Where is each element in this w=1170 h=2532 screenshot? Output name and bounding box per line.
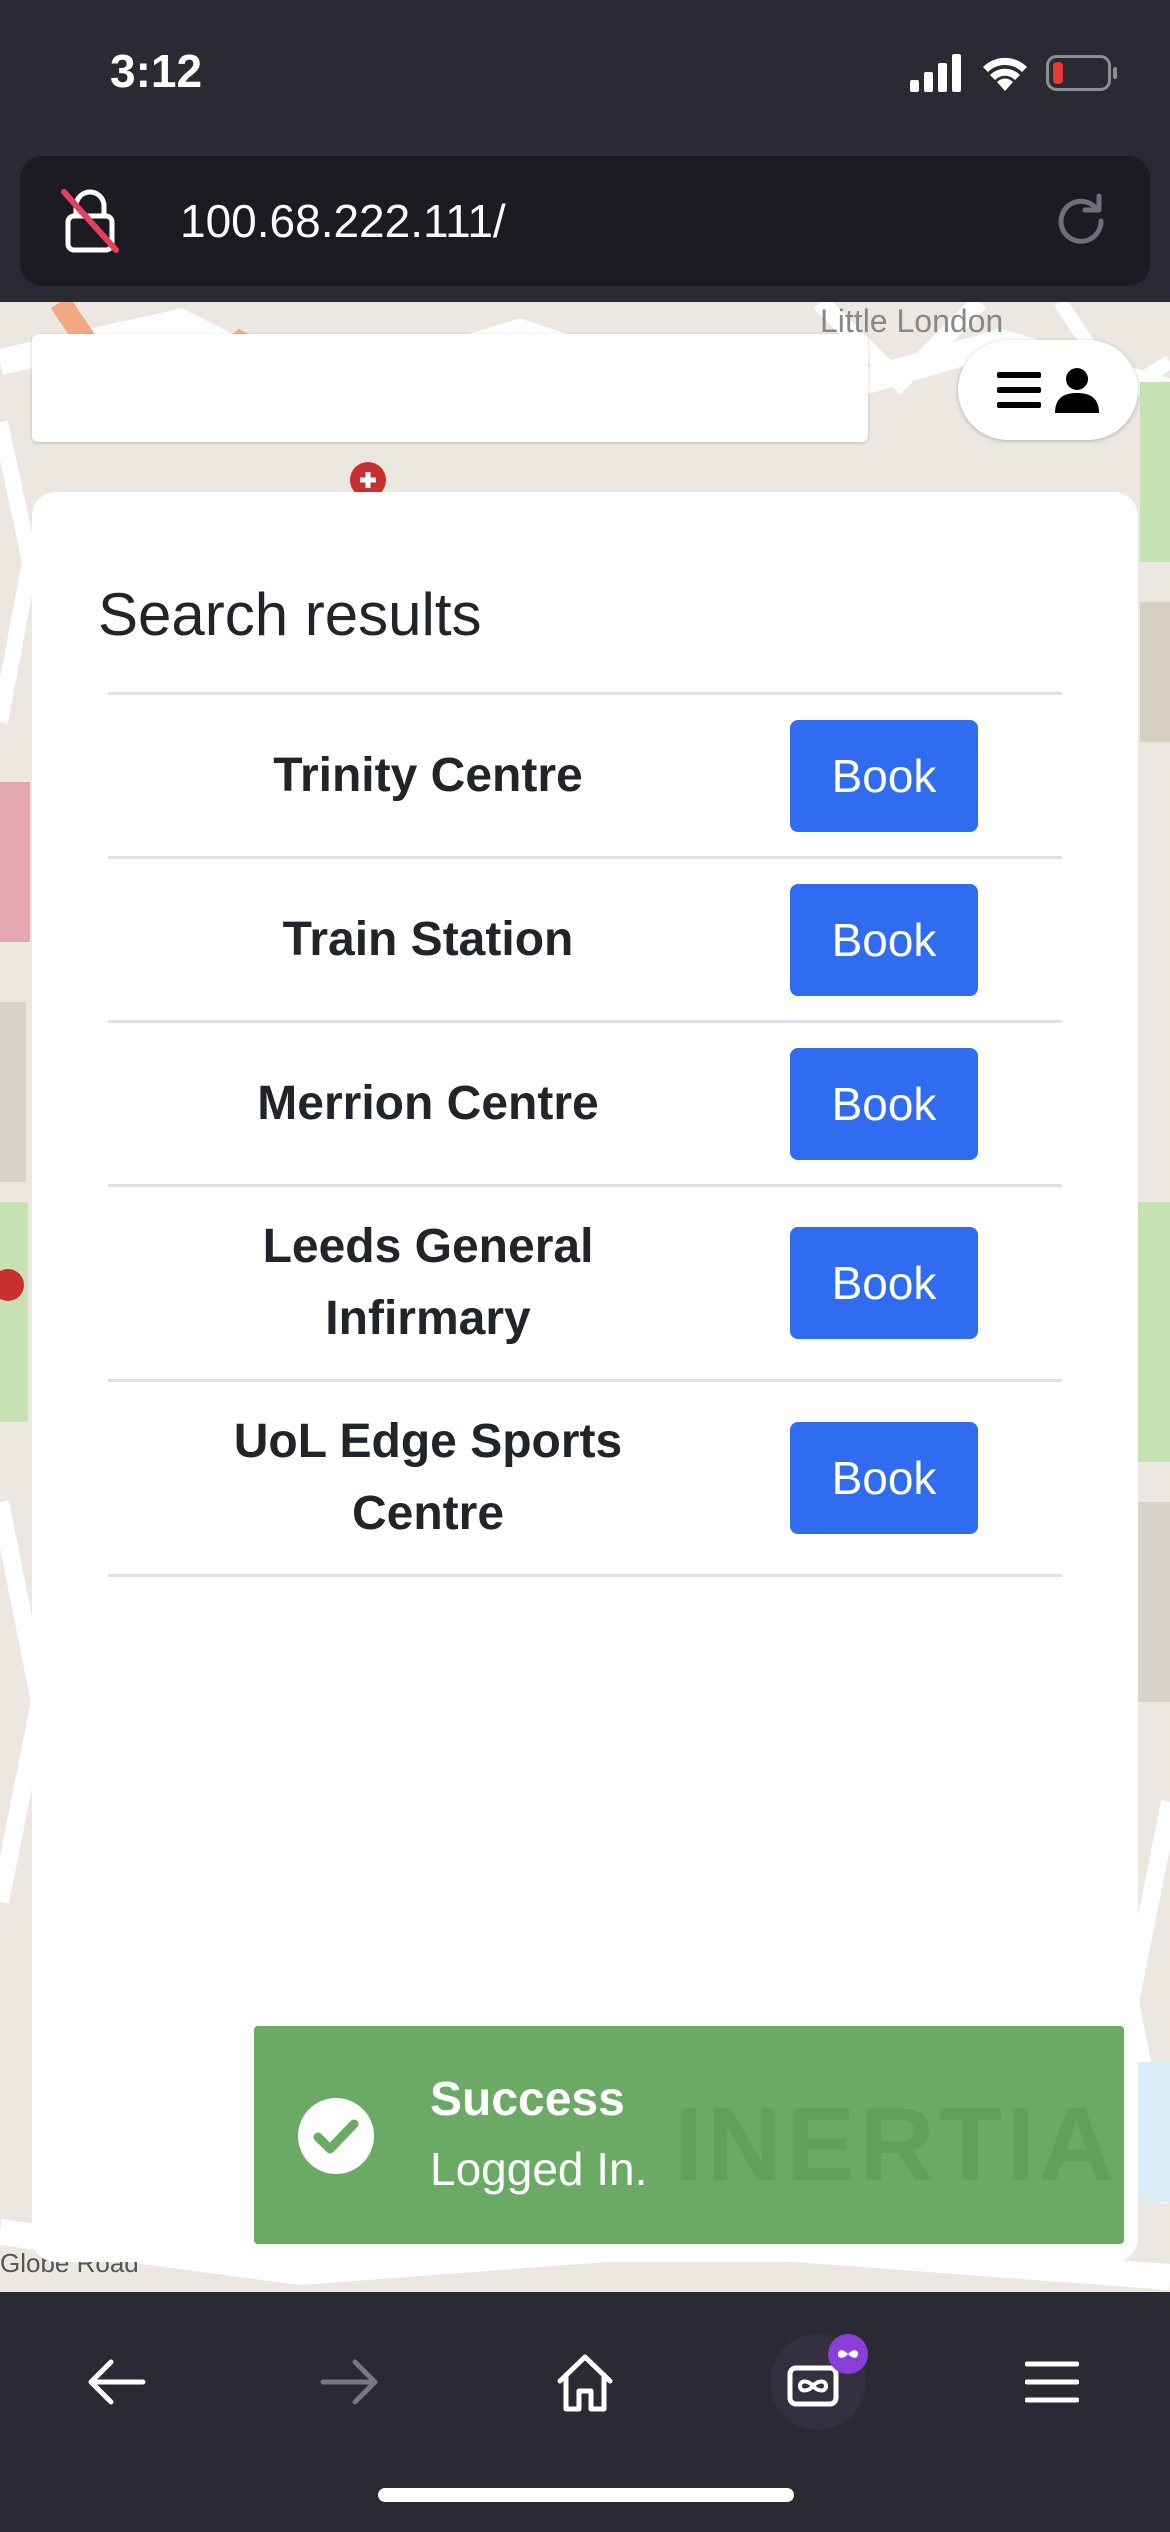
- menu-account-button[interactable]: [958, 340, 1138, 440]
- toast-title: Success: [430, 2073, 625, 2126]
- list-item: Train Station Book: [108, 859, 1062, 1023]
- check-circle-icon: [298, 2098, 374, 2174]
- home-button[interactable]: [535, 2332, 635, 2432]
- success-toast[interactable]: INERTIA Success Logged In.: [254, 2026, 1124, 2244]
- user-icon: [1055, 368, 1099, 413]
- search-input[interactable]: [32, 334, 868, 442]
- status-icons: [910, 54, 1118, 92]
- toast-watermark: INERTIA: [674, 2087, 1118, 2203]
- home-indicator[interactable]: [378, 2488, 794, 2502]
- location-name: Merrion Centre: [257, 1076, 599, 1130]
- list-item: Merrion Centre Book: [108, 1023, 1062, 1187]
- arrow-right-icon: [320, 2359, 378, 2405]
- list-item: Trinity Centre Book: [108, 695, 1062, 859]
- book-button[interactable]: Book: [790, 1227, 978, 1339]
- status-time: 3:12: [110, 45, 203, 97]
- book-button[interactable]: Book: [790, 719, 978, 832]
- toast-message: Logged In.: [430, 2143, 648, 2195]
- status-bar: 3:12: [0, 0, 1170, 150]
- private-tabs-icon: [770, 2334, 868, 2430]
- insecure-lock-icon[interactable]: [60, 188, 120, 259]
- menu-button[interactable]: [1002, 2332, 1102, 2432]
- tabs-button[interactable]: [768, 2332, 868, 2432]
- location-name: Leeds General Infirmary: [262, 1220, 594, 1345]
- book-button[interactable]: Book: [790, 883, 978, 996]
- location-name: UoL Edge Sports Centre: [233, 1415, 623, 1540]
- wifi-icon: [983, 57, 1027, 91]
- back-button[interactable]: [66, 2332, 166, 2432]
- signal-icon: [910, 54, 961, 92]
- location-name: Trinity Centre: [273, 748, 583, 802]
- url-text[interactable]: 100.68.222.111/: [180, 194, 506, 248]
- list-item: Leeds General Infirmary Book: [108, 1187, 1062, 1382]
- book-button[interactable]: Book: [790, 1422, 978, 1534]
- results-list: Trinity Centre Book Train Station Book M…: [108, 692, 1062, 1577]
- hamburger-icon: [997, 372, 1041, 408]
- location-name: Train Station: [282, 912, 574, 966]
- list-item: UoL Edge Sports Centre Book: [108, 1382, 1062, 1577]
- panel-title: Search results: [98, 581, 482, 648]
- reload-icon[interactable]: [1052, 192, 1110, 255]
- battery-icon: [1046, 55, 1117, 91]
- address-bar[interactable]: 100.68.222.111/: [20, 156, 1150, 286]
- forward-button[interactable]: [300, 2332, 400, 2432]
- search-results-panel: Search results Trinity Centre Book Train…: [32, 492, 1138, 2262]
- hamburger-menu-icon: [1025, 2361, 1079, 2403]
- book-button[interactable]: Book: [790, 1047, 978, 1160]
- home-icon: [557, 2354, 613, 2412]
- arrow-left-icon: [88, 2359, 146, 2405]
